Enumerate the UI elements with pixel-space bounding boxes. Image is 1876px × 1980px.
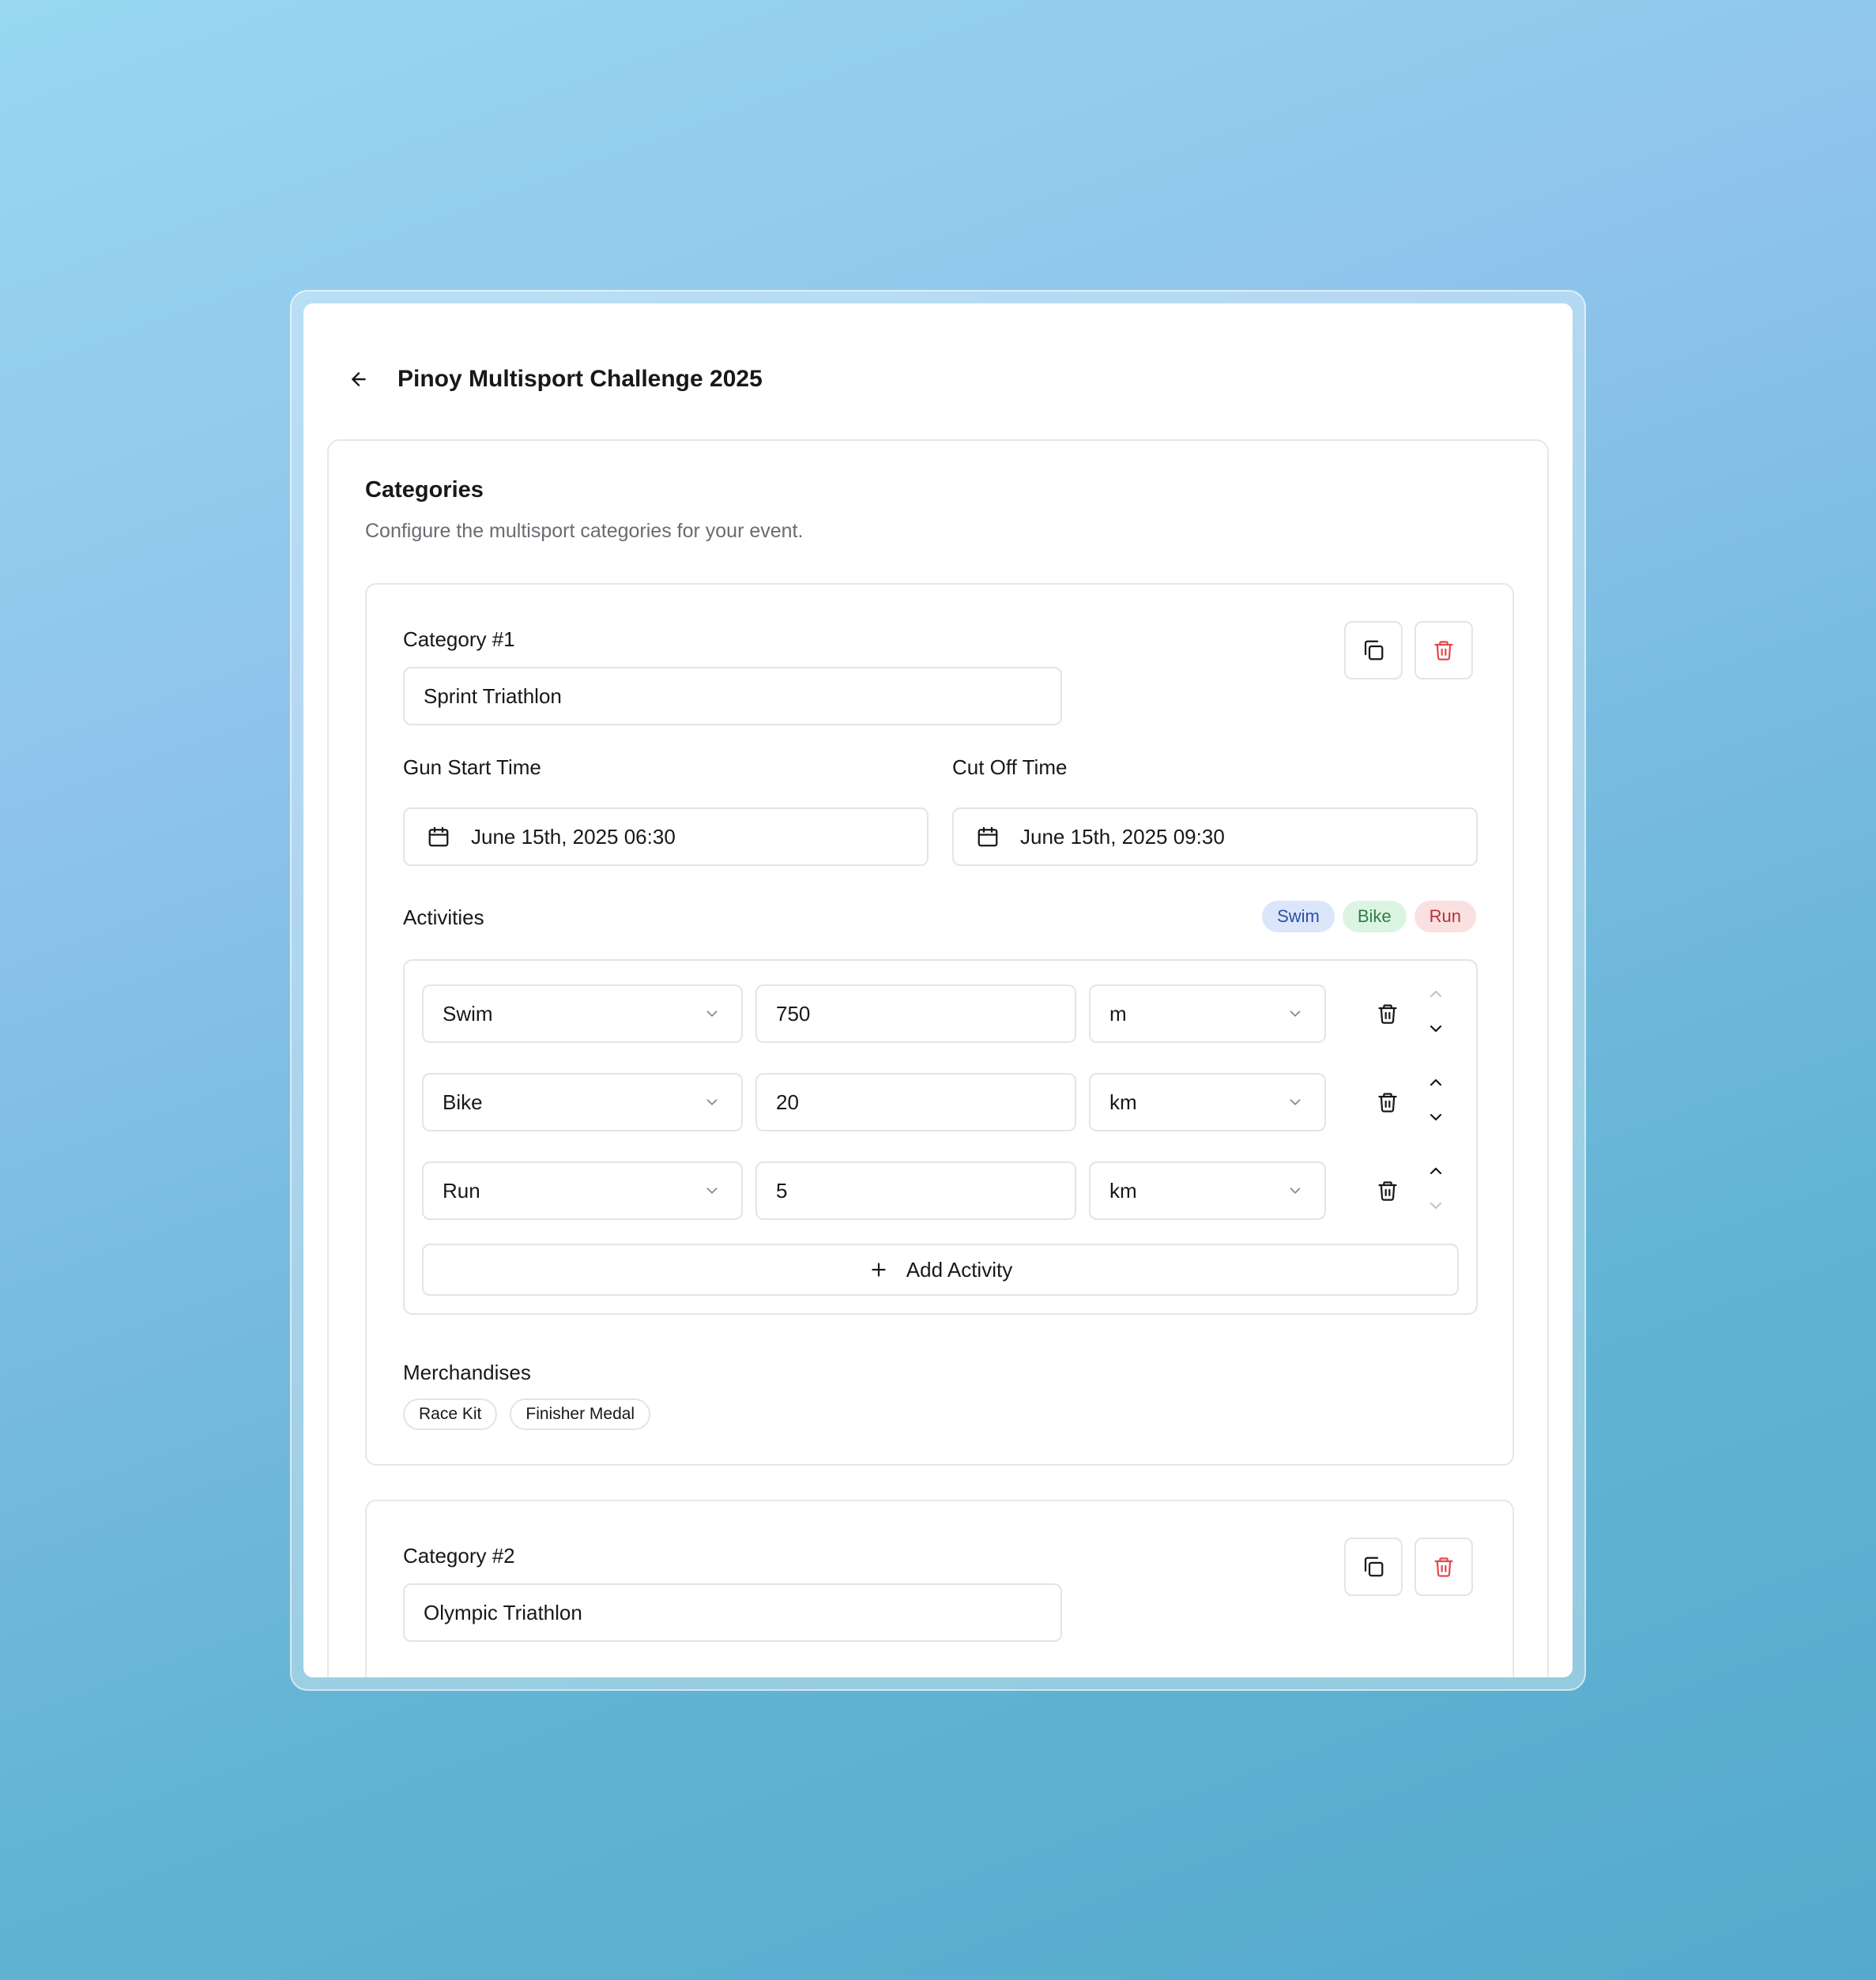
activities-label: Activities (403, 905, 484, 929)
chevron-down-icon (1430, 1202, 1442, 1210)
delete-activity-button[interactable] (1370, 1085, 1405, 1120)
add-activity-button[interactable]: Add Activity (422, 1244, 1459, 1296)
activity-type-value: Run (443, 1178, 480, 1203)
move-up-button[interactable] (1423, 981, 1448, 1007)
delete-activity-button[interactable] (1370, 1173, 1405, 1208)
activity-unit-value: m (1109, 1001, 1127, 1026)
activity-type-select[interactable]: Bike (422, 1073, 743, 1131)
move-up-button[interactable] (1423, 1158, 1448, 1184)
chevron-up-icon (1430, 990, 1442, 998)
chevron-up-icon (1430, 1078, 1442, 1086)
merch-chip[interactable]: Finisher Medal (510, 1398, 651, 1430)
activity-unit-value: km (1109, 1178, 1137, 1203)
cut-off-picker[interactable]: June 15th, 2025 09:30 (952, 807, 1478, 866)
chevron-up-icon (1430, 1167, 1442, 1175)
chevron-down-icon (706, 1011, 718, 1017)
gun-start-value: June 15th, 2025 06:30 (471, 824, 676, 849)
chevron-down-icon (1290, 1099, 1301, 1105)
cut-off-value: June 15th, 2025 09:30 (1020, 824, 1225, 849)
delete-category-button[interactable] (1415, 1538, 1473, 1596)
pill-bike: Bike (1342, 901, 1407, 932)
pill-run: Run (1414, 901, 1476, 932)
activity-row: Swim 750 m (422, 984, 1449, 1043)
trash-icon (1434, 1557, 1453, 1577)
duplicate-button[interactable] (1344, 1538, 1403, 1596)
move-down-button[interactable] (1423, 1016, 1448, 1041)
copy-icon (1364, 1557, 1384, 1577)
pill-swim: Swim (1262, 901, 1335, 932)
page-title: Pinoy Multisport Challenge 2025 (397, 366, 763, 392)
calendar-icon (978, 826, 998, 847)
section-title: Categories (365, 477, 484, 503)
back-button[interactable] (341, 362, 376, 397)
activity-type-select[interactable]: Run (422, 1161, 743, 1220)
move-down-button[interactable] (1423, 1193, 1448, 1218)
calendar-icon (428, 826, 449, 847)
category-card: Category #1 Sprint Triathlon Gun Start T… (365, 583, 1514, 1466)
activity-type-value: Swim (443, 1001, 493, 1026)
gun-start-picker[interactable]: June 15th, 2025 06:30 (403, 807, 929, 866)
chevron-down-icon (1430, 1025, 1442, 1033)
move-up-button[interactable] (1423, 1070, 1448, 1095)
gun-start-label: Gun Start Time (403, 755, 541, 779)
merchandises-label: Merchandises (403, 1361, 531, 1384)
activity-row: Run 5 km (422, 1161, 1449, 1220)
section-description: Configure the multisport categories for … (365, 520, 804, 542)
chevron-down-icon (706, 1188, 718, 1194)
activity-type-select[interactable]: Swim (422, 984, 743, 1043)
move-down-button[interactable] (1423, 1105, 1448, 1130)
trash-icon (1378, 1004, 1397, 1024)
merch-chip[interactable]: Race Kit (403, 1398, 498, 1430)
activities-list: Swim 750 m Bike 20 km Run 5 km Add Activ… (403, 959, 1478, 1315)
activity-type-value: Bike (443, 1090, 483, 1114)
app-window: Pinoy Multisport Challenge 2025 Categori… (303, 303, 1573, 1677)
add-activity-label: Add Activity (906, 1257, 1013, 1282)
category-label: Category #1 (403, 627, 515, 651)
activity-pills: Swim Bike Run (1262, 901, 1476, 932)
chevron-down-icon (1430, 1113, 1442, 1121)
page-header: Pinoy Multisport Challenge 2025 (303, 303, 1573, 438)
activity-distance-input[interactable]: 5 (755, 1161, 1076, 1220)
activity-unit-select[interactable]: km (1089, 1073, 1326, 1131)
cut-off-label: Cut Off Time (952, 755, 1068, 779)
arrow-left-icon (352, 372, 366, 386)
copy-icon (1364, 640, 1384, 661)
category-name-input[interactable]: Olympic Triathlon (403, 1583, 1062, 1642)
plus-icon (872, 1263, 886, 1277)
delete-category-button[interactable] (1415, 621, 1473, 679)
activity-unit-select[interactable]: km (1089, 1161, 1326, 1220)
activity-unit-select[interactable]: m (1089, 984, 1326, 1043)
trash-icon (1378, 1093, 1397, 1112)
merchandise-chips: Race Kit Finisher Medal (403, 1398, 651, 1430)
category-name-input[interactable]: Sprint Triathlon (403, 667, 1062, 725)
activity-unit-value: km (1109, 1090, 1137, 1114)
chevron-down-icon (1290, 1011, 1301, 1017)
duplicate-button[interactable] (1344, 621, 1403, 679)
activity-row: Bike 20 km (422, 1073, 1449, 1131)
activity-distance-input[interactable]: 750 (755, 984, 1076, 1043)
categories-section: Categories Configure the multisport cate… (327, 439, 1549, 1677)
category-label: Category #2 (403, 1544, 515, 1568)
chevron-down-icon (1290, 1188, 1301, 1194)
delete-activity-button[interactable] (1370, 996, 1405, 1031)
category-card: Category #2 Olympic Triathlon (365, 1500, 1514, 1677)
trash-icon (1378, 1181, 1397, 1201)
trash-icon (1434, 641, 1453, 661)
chevron-down-icon (706, 1099, 718, 1105)
activity-distance-input[interactable]: 20 (755, 1073, 1076, 1131)
